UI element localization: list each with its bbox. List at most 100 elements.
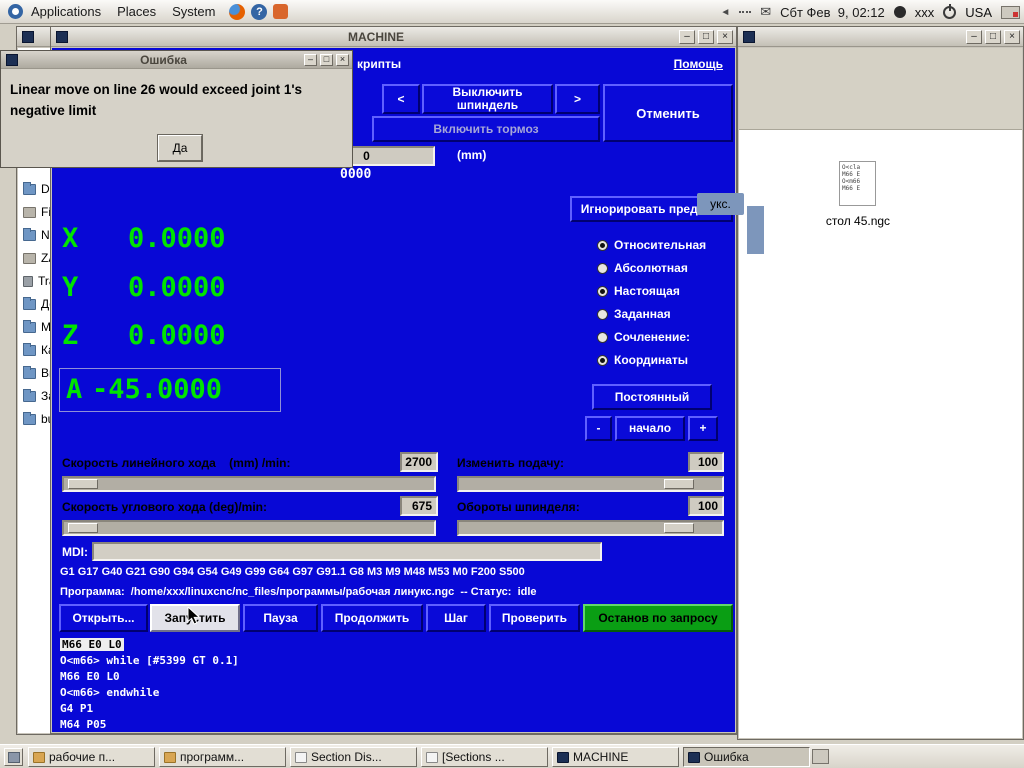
- menu-scripts[interactable]: крипты: [357, 57, 401, 71]
- partial-icon-label[interactable]: укс.: [697, 193, 744, 215]
- close-button[interactable]: ×: [336, 53, 349, 66]
- radio-icon[interactable]: [597, 331, 608, 343]
- next-button[interactable]: >: [555, 84, 600, 114]
- trash-icon: [23, 275, 33, 287]
- keyboard-layout[interactable]: USA: [965, 5, 992, 20]
- right-background-window: – □ × O<cla M66 E O<m66 M66 E стол 45.ng…: [737, 26, 1024, 740]
- machine-titlebar[interactable]: MACHINE – □ ×: [51, 27, 736, 47]
- maximize-button[interactable]: □: [698, 29, 714, 44]
- verify-button[interactable]: Проверить: [489, 604, 580, 632]
- clock[interactable]: Сбт Фев 9, 02:12: [780, 5, 885, 20]
- code-line[interactable]: M64 P05: [60, 718, 106, 731]
- dro-z: Z 0.0000: [62, 320, 226, 351]
- code-line[interactable]: M66 E0 L0: [60, 638, 124, 651]
- jog-plus-button[interactable]: +: [688, 416, 718, 441]
- applications-menu-icon[interactable]: [8, 4, 23, 19]
- code-line[interactable]: O<m66> endwhile: [60, 686, 159, 699]
- username[interactable]: xxx: [915, 5, 935, 20]
- dro-y: Y 0.0000: [62, 272, 226, 303]
- ok-button[interactable]: Да: [158, 135, 202, 161]
- angular-speed-slider[interactable]: [62, 520, 436, 536]
- step-button[interactable]: Шаг: [426, 604, 486, 632]
- cancel-button[interactable]: Отменить: [603, 84, 733, 142]
- pause-button[interactable]: Пауза: [243, 604, 318, 632]
- volume-icon[interactable]: ◄: [720, 7, 730, 18]
- maximize-button[interactable]: □: [985, 29, 1001, 44]
- spindle-override-slider[interactable]: [457, 520, 724, 536]
- task-button-programs-folder[interactable]: программ...: [159, 747, 286, 767]
- radio-icon[interactable]: [597, 262, 608, 274]
- radio-icon[interactable]: [597, 239, 608, 251]
- radio-absolute[interactable]: Абсолютная: [597, 259, 688, 277]
- slider-handle[interactable]: [68, 479, 98, 489]
- spindle-off-button[interactable]: Выключить шпиндель: [422, 84, 553, 114]
- resume-button[interactable]: Продолжить: [321, 604, 423, 632]
- menu-places[interactable]: Places: [109, 4, 164, 19]
- close-button[interactable]: ×: [1004, 29, 1020, 44]
- menu-help[interactable]: Помощь: [674, 57, 723, 71]
- code-line[interactable]: M66 E0 L0: [60, 670, 120, 683]
- folder-icon: [23, 296, 36, 310]
- power-icon[interactable]: [943, 5, 957, 19]
- radio-icon[interactable]: [597, 285, 608, 297]
- slider-handle[interactable]: [68, 523, 98, 533]
- firefox-launcher-icon[interactable]: [229, 3, 246, 20]
- right-window-toolbar: [739, 48, 1022, 130]
- task-button-section-dis[interactable]: Section Dis...: [290, 747, 417, 767]
- linear-speed-value: 2700: [400, 452, 438, 472]
- show-desktop-button[interactable]: [4, 748, 23, 766]
- selected-icon-fragment[interactable]: [747, 206, 764, 254]
- slider-handle[interactable]: [664, 479, 694, 489]
- taskbar-tray-icon[interactable]: [812, 749, 829, 764]
- error-dialog-titlebar[interactable]: Ошибка – □ ×: [1, 51, 352, 69]
- close-button[interactable]: ×: [717, 29, 733, 44]
- panel-tray: ◄ ✉ Сбт Фев 9, 02:12 xxx USA: [720, 0, 1020, 24]
- task-button-error[interactable]: Ошибка: [683, 747, 810, 767]
- mail-icon[interactable]: ✉: [760, 4, 771, 20]
- stop-on-request-button[interactable]: Останов по запросу: [583, 604, 733, 632]
- slider-handle[interactable]: [664, 523, 694, 533]
- task-button-working-folder[interactable]: рабочие п...: [28, 747, 155, 767]
- open-button[interactable]: Открыть...: [59, 604, 148, 632]
- continuous-button[interactable]: Постоянный: [592, 384, 712, 410]
- folder-icon: [23, 181, 36, 195]
- window-menu-icon[interactable]: [22, 30, 34, 43]
- angular-speed-value: 675: [400, 496, 438, 516]
- jog-minus-button[interactable]: -: [585, 416, 612, 441]
- radio-commanded[interactable]: Заданная: [597, 305, 671, 323]
- right-window-titlebar[interactable]: – □ ×: [738, 27, 1023, 47]
- radio-icon[interactable]: [597, 354, 608, 366]
- folder-icon: [23, 388, 36, 402]
- radio-world[interactable]: Координаты: [597, 351, 688, 369]
- radio-actual[interactable]: Настоящая: [597, 282, 680, 300]
- menu-applications[interactable]: Applications: [23, 4, 109, 19]
- code-line[interactable]: O<m66> while [#5399 GT 0.1]: [60, 654, 239, 667]
- radio-joint[interactable]: Сочленение:: [597, 328, 690, 346]
- task-button-sections[interactable]: [Sections ...: [421, 747, 548, 767]
- task-button-machine[interactable]: MACHINE: [552, 747, 679, 767]
- keyboard-icon[interactable]: [1001, 5, 1020, 19]
- home-button[interactable]: начало: [615, 416, 685, 441]
- minimize-button[interactable]: –: [966, 29, 982, 44]
- ngc-file-label[interactable]: стол 45.ngc: [799, 214, 917, 228]
- menu-system[interactable]: System: [164, 4, 223, 19]
- prev-button[interactable]: <: [382, 84, 420, 114]
- gnome-panel: Applications Places System ? ◄ ✉ Сбт Фев…: [0, 0, 1024, 24]
- radio-relative[interactable]: Относительная: [597, 236, 706, 254]
- window-menu-icon[interactable]: [6, 53, 18, 66]
- mdi-input[interactable]: [92, 542, 602, 561]
- code-line[interactable]: G4 P1: [60, 702, 93, 715]
- ngc-file-icon[interactable]: O<cla M66 E O<m66 M66 E: [839, 161, 876, 206]
- minimize-button[interactable]: –: [304, 53, 317, 66]
- window-menu-icon[interactable]: [743, 30, 755, 43]
- minimize-button[interactable]: –: [679, 29, 695, 44]
- package-launcher-icon[interactable]: [273, 4, 289, 19]
- brake-button[interactable]: Включить тормоз: [372, 116, 600, 142]
- user-avatar-icon[interactable]: [893, 6, 906, 18]
- window-menu-icon[interactable]: [56, 30, 68, 43]
- maximize-button[interactable]: □: [320, 53, 333, 66]
- linear-speed-slider[interactable]: [62, 476, 436, 492]
- feed-override-slider[interactable]: [457, 476, 724, 492]
- help-launcher-icon[interactable]: ?: [251, 3, 268, 20]
- radio-icon[interactable]: [597, 308, 608, 320]
